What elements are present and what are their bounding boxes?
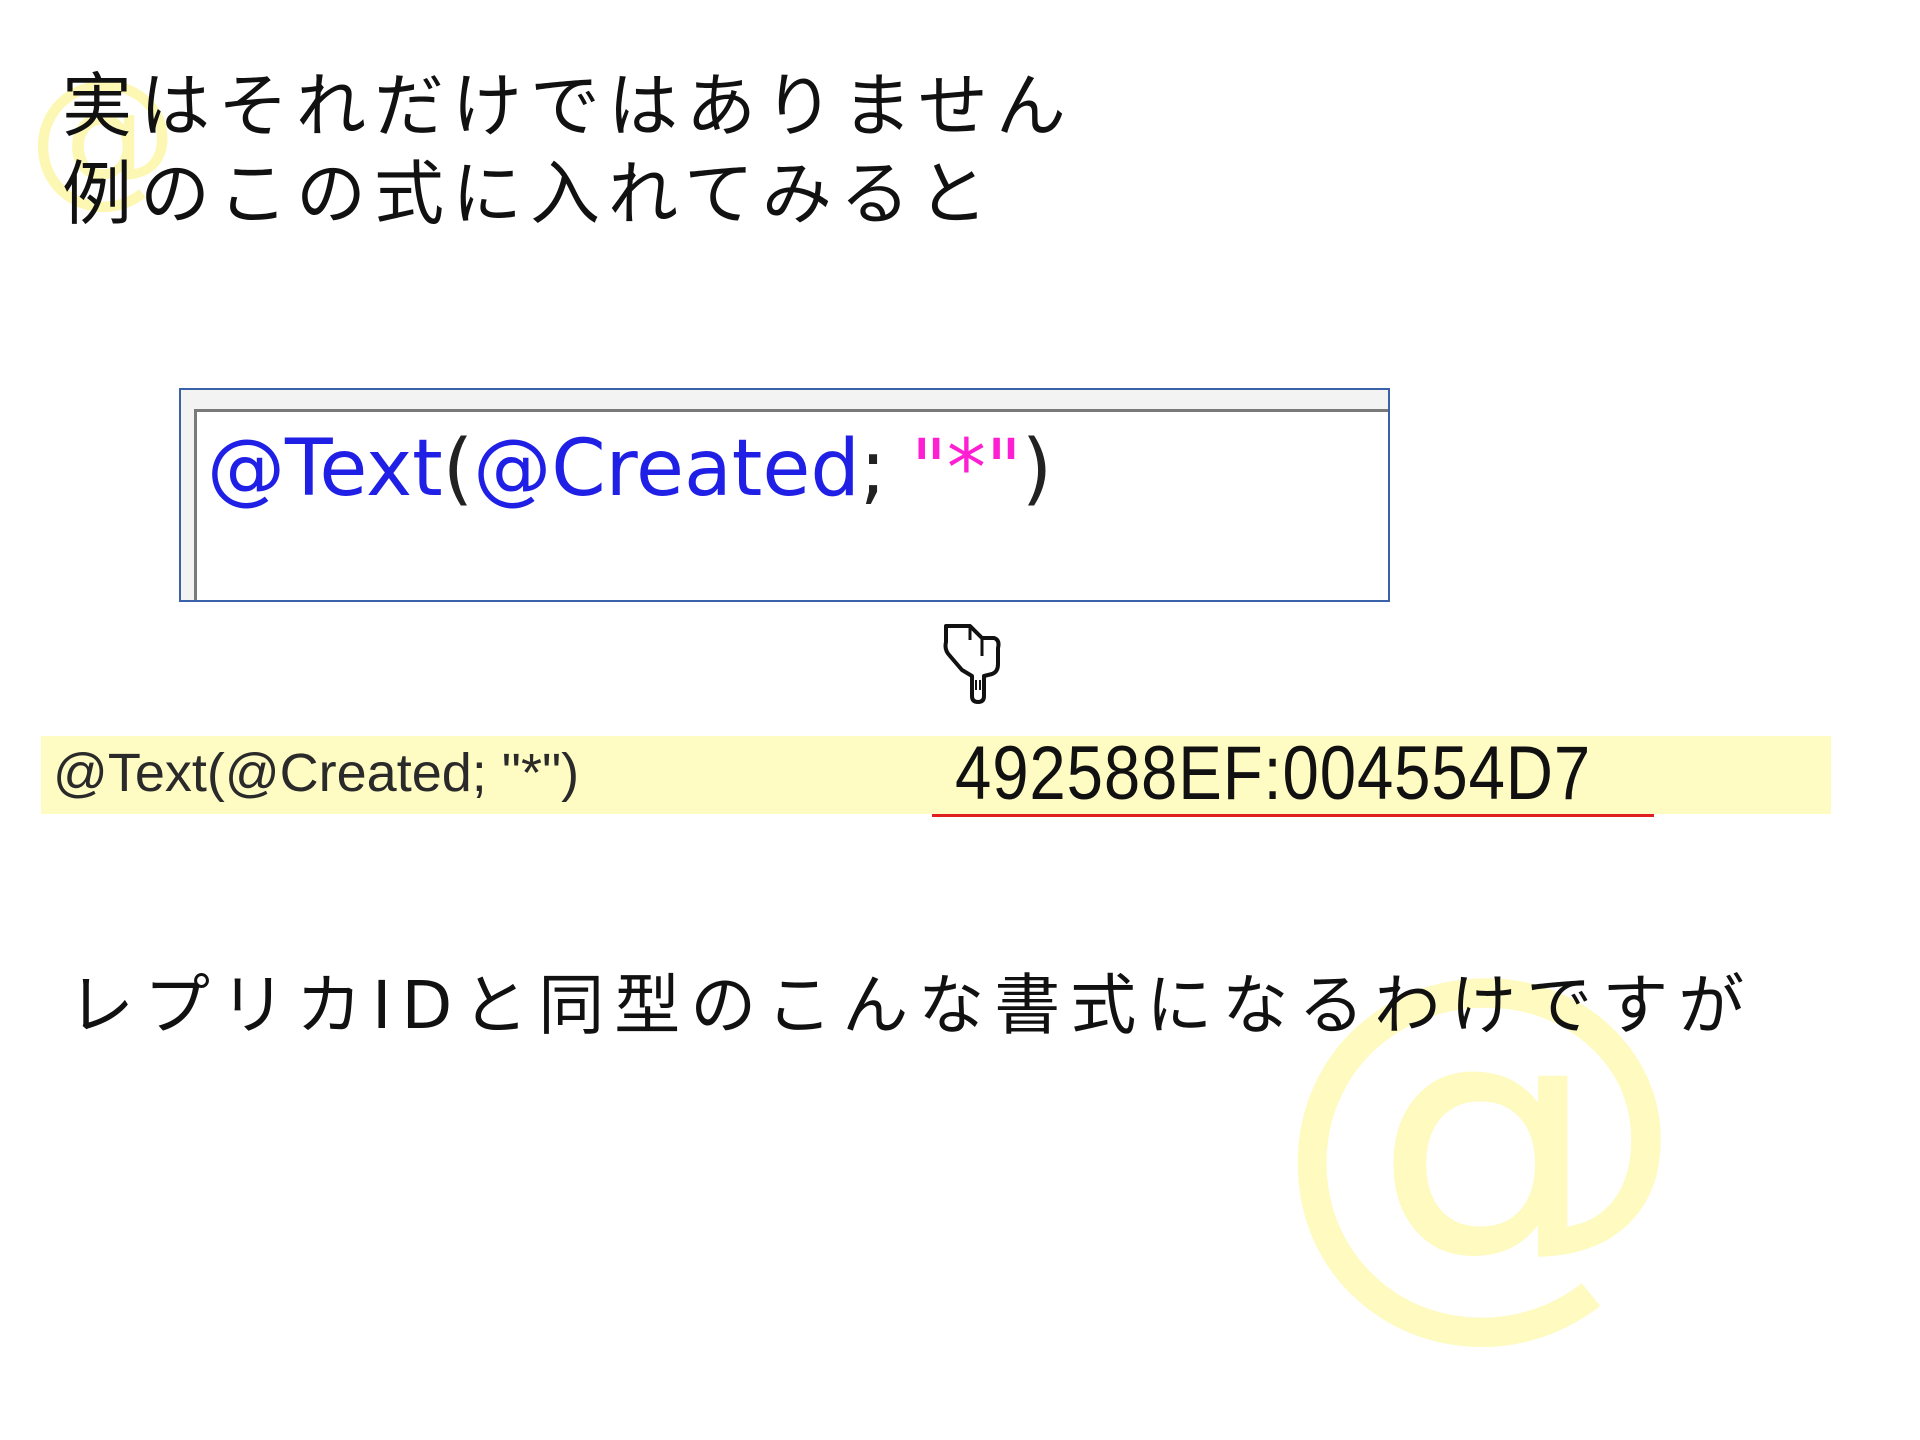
result-value: 492588EF:004554D7 [955,731,1592,816]
slide: @ @ 実はそれだけではありません 例のこの式に入れてみると @Text(@Cr… [0,0,1920,1440]
result-formula: @Text(@Created; "*") [53,743,580,803]
formula-edit-area[interactable]: @Text(@Created; "*") [194,409,1388,600]
result-row: @Text(@Created; "*") 492588EF:004554D7 [41,736,1831,814]
intro-text: 実はそれだけではありません 例のこの式に入れてみると [62,62,1074,238]
formula-created-function: @Created [473,424,860,514]
formula-text-function: @Text [207,424,443,514]
formula-paren-open: ( [442,424,474,514]
formula-string-literal: "*" [910,424,1022,514]
pointing-hand-down-icon [943,624,1001,704]
intro-line-2: 例のこの式に入れてみると [62,153,996,235]
formula-paren-close: ) [1021,424,1053,514]
intro-line-1: 実はそれだけではありません [62,65,1074,147]
conclusion-text: レプリカIDと同型のこんな書式になるわけですが [68,967,1755,1044]
result-underline [932,814,1654,817]
formula-separator: ; [859,424,911,514]
formula-code: @Text(@Created; "*") [207,430,1052,508]
formula-edit-box[interactable]: @Text(@Created; "*") [179,388,1390,602]
